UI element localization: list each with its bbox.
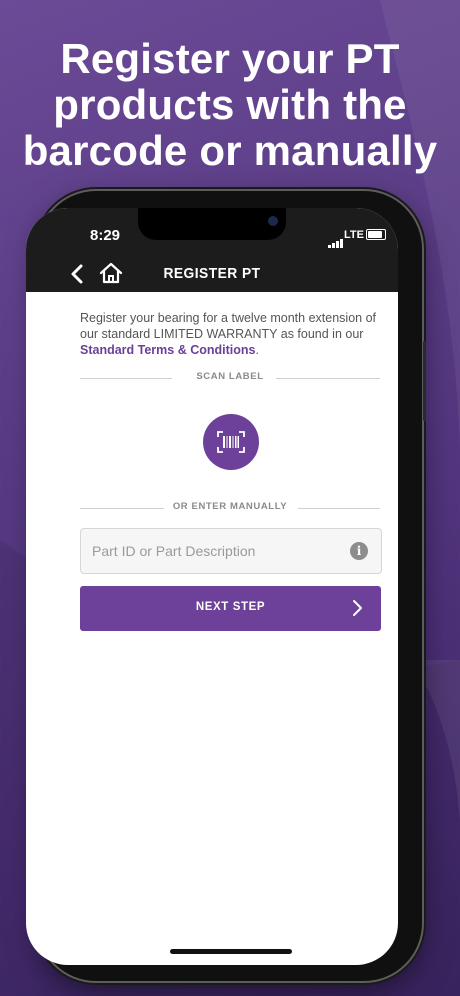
part-search-input[interactable] — [90, 529, 344, 573]
battery-icon — [366, 229, 386, 240]
barcode-icon — [217, 431, 245, 453]
home-indicator[interactable] — [170, 949, 292, 954]
part-input-container: i — [80, 528, 382, 574]
status-bar: 8:29 LTE — [26, 208, 398, 256]
headline: Register your PT products with the barco… — [22, 35, 438, 174]
page-title: REGISTER PT — [163, 265, 261, 282]
camera-icon — [268, 216, 278, 226]
terms-link[interactable]: Standard Terms & Conditions — [80, 343, 255, 357]
next-step-label: NEXT STEP — [195, 601, 266, 613]
scan-label: SCAN LABEL — [196, 371, 264, 382]
manual-entry-divider: OR ENTER MANUALLY — [80, 500, 380, 516]
network-label: LTE — [344, 229, 364, 241]
intro-body: Register your bearing for a twelve month… — [80, 311, 376, 341]
next-step-button[interactable]: NEXT STEP — [80, 586, 381, 631]
navigation-bar: REGISTER PT — [26, 256, 398, 292]
info-icon[interactable]: i — [350, 542, 368, 560]
signal-icon — [328, 230, 344, 248]
notch — [138, 208, 286, 240]
intro-text: Register your bearing for a twelve month… — [80, 310, 380, 358]
scan-barcode-button[interactable] — [203, 414, 259, 470]
status-time: 8:29 — [90, 227, 121, 244]
chevron-right-icon — [353, 600, 362, 616]
app-screen: 8:29 LTE REGISTER PT Register your beari… — [26, 208, 398, 965]
intro-suffix: . — [255, 343, 259, 357]
manual-entry-label: OR ENTER MANUALLY — [172, 501, 288, 512]
scan-label-divider: SCAN LABEL — [80, 370, 380, 386]
